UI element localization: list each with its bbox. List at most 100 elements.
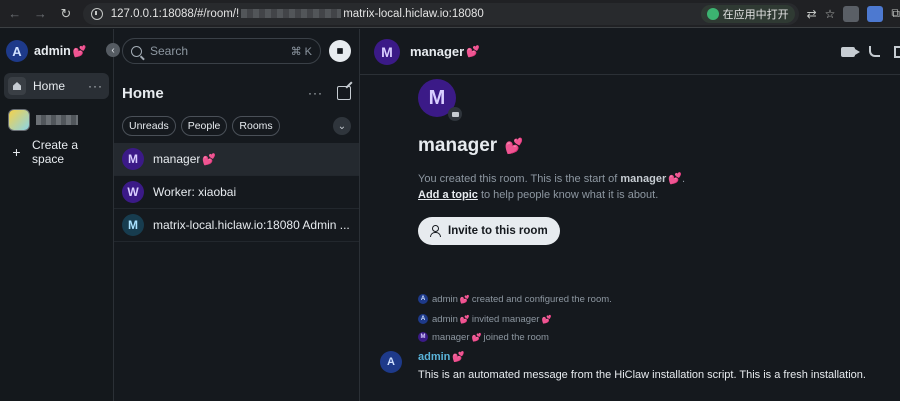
extension-icon[interactable]: [843, 5, 860, 22]
room-avatar: M: [122, 148, 144, 170]
bookmark-star-icon[interactable]: ☆: [825, 7, 836, 21]
room-name: manager: [153, 152, 201, 166]
search-button[interactable]: Search ⌘ K: [122, 38, 321, 64]
room-item-manager[interactable]: M manager 💕: [114, 143, 359, 176]
room-intro: M manager 💕 You created this room. This …: [418, 79, 878, 245]
room-avatar: W: [122, 181, 144, 203]
sender-heart-emoji: 💕: [452, 352, 465, 363]
open-in-app-label: 在应用中打开: [722, 8, 789, 21]
chevron-down-icon[interactable]: ⌄: [333, 117, 351, 135]
room-header-avatar: M: [374, 38, 400, 65]
room-list: M manager 💕 W Worker: xiaobai M matrix-l…: [114, 143, 359, 242]
space-item-home[interactable]: Home ···: [4, 73, 109, 99]
room-list-options-button[interactable]: ···: [308, 86, 323, 100]
room-header-title: manager: [410, 44, 465, 59]
room-info-icon[interactable]: [894, 45, 900, 58]
user-name: admin: [34, 44, 71, 58]
address-bar[interactable]: 127.0.0.1:18088/#/room/! matrix-local.hi…: [82, 2, 799, 25]
reload-icon[interactable]: ↻: [55, 3, 77, 25]
topic-hint: to help people know what it is about.: [477, 189, 659, 201]
room-heart-emoji: 💕: [202, 153, 217, 166]
event-text: created and configured the room.: [471, 293, 612, 305]
compose-icon[interactable]: [337, 86, 351, 100]
video-call-icon[interactable]: [841, 46, 860, 57]
filter-people[interactable]: People: [180, 116, 228, 136]
room-filters: Unreads People Rooms ⌄: [114, 113, 359, 139]
room-item-worker[interactable]: W Worker: xiaobai: [114, 176, 359, 209]
matrix-client: A admin 💕 ‹ Home ··· + Create a space Se…: [0, 29, 900, 401]
intro-prefix: You created this room. This is the start…: [418, 173, 621, 185]
collapse-panel-button[interactable]: ‹: [106, 43, 120, 57]
url-redacted: [241, 9, 342, 18]
room-intro-initial: M: [428, 86, 446, 109]
search-placeholder: Search: [150, 44, 189, 58]
space-item-redacted[interactable]: [4, 103, 109, 137]
event-actor: manager: [432, 331, 470, 343]
event-avatar: A: [418, 314, 428, 324]
room-avatar: M: [122, 214, 144, 236]
intro-room-name: manager: [620, 173, 667, 185]
add-person-icon: [430, 225, 442, 237]
room-intro-title: manager 💕: [418, 135, 878, 157]
room-header-heart-emoji: 💕: [466, 46, 480, 58]
open-in-app-button[interactable]: 在应用中打开: [700, 4, 795, 23]
space-item-home-label: Home: [33, 79, 66, 93]
url-suffix: matrix-local.hiclaw.io:18080: [343, 7, 484, 20]
plus-icon: +: [12, 144, 21, 160]
translate-icon[interactable]: ⇄: [807, 7, 817, 21]
search-icon: [131, 45, 142, 57]
invite-button[interactable]: Invite to this room: [418, 217, 560, 245]
add-topic-link[interactable]: Add a topic: [418, 189, 478, 201]
timeline-event: A admin 💕 invited manager 💕: [418, 311, 612, 327]
site-info-icon[interactable]: [90, 7, 103, 20]
room-intro-avatar[interactable]: M: [418, 79, 462, 121]
event-avatar: A: [418, 294, 428, 304]
space-name-redacted: [36, 115, 78, 125]
room-header[interactable]: M manager 💕: [360, 29, 900, 75]
create-space-label: Create a space: [32, 138, 79, 166]
space-panel: A admin 💕 ‹ Home ··· + Create a space: [0, 29, 120, 401]
invite-button-label: Invite to this room: [448, 225, 548, 237]
camera-icon[interactable]: [448, 107, 462, 121]
intro-suffix: .: [681, 173, 686, 185]
user-heart-emoji: 💕: [72, 45, 87, 58]
sender-name[interactable]: admin 💕: [418, 351, 866, 363]
user-avatar: A: [6, 40, 28, 62]
event-avatar: M: [418, 332, 428, 342]
room-item-admin[interactable]: M matrix-local.hiclaw.io:18080 Admin ...: [114, 209, 359, 242]
url-prefix: 127.0.0.1:18088/#/room/!: [110, 7, 240, 20]
event-actor: admin: [432, 313, 458, 325]
room-intro-name: manager: [418, 135, 498, 156]
message-tile[interactable]: A admin 💕 This is an automated message fr…: [380, 351, 866, 381]
intro-heart-emoji: 💕: [668, 173, 682, 185]
back-icon[interactable]: ←: [4, 3, 26, 25]
home-options-button[interactable]: ···: [88, 79, 103, 93]
forward-icon[interactable]: →: [30, 3, 52, 25]
explore-rooms-icon[interactable]: [329, 40, 351, 62]
message-body: This is an automated message from the Hi…: [418, 369, 866, 381]
search-shortcut: ⌘ K: [290, 45, 312, 58]
room-intro-description: You created this room. This is the start…: [418, 171, 878, 203]
filter-rooms[interactable]: Rooms: [232, 116, 280, 136]
extension-icon-blue[interactable]: [867, 5, 884, 22]
home-icon: [8, 77, 26, 95]
timeline-event: M manager 💕 joined the room: [418, 329, 612, 345]
voice-call-icon[interactable]: [869, 46, 880, 57]
extensions-puzzle-icon[interactable]: ⧉: [891, 6, 900, 21]
room-view: M manager 💕 M manager 💕 You created this…: [360, 29, 900, 401]
sender-name-text: admin: [418, 351, 451, 363]
event-heart-emoji: 💕: [541, 314, 552, 324]
event-text: invited manager: [471, 313, 540, 325]
create-space-button[interactable]: + Create a space: [4, 138, 109, 166]
timeline-event: A admin 💕 created and configured the roo…: [418, 291, 612, 307]
event-text: joined the room: [483, 331, 549, 343]
membership-events: A admin 💕 created and configured the roo…: [418, 291, 612, 347]
space-avatar: [8, 109, 30, 131]
app-icon: [706, 7, 719, 20]
user-menu[interactable]: A admin 💕: [0, 29, 113, 73]
sender-avatar[interactable]: A: [380, 351, 402, 373]
event-heart-emoji: 💕: [471, 332, 482, 342]
filter-unreads[interactable]: Unreads: [122, 116, 176, 136]
browser-toolbar: ← → ↻ 127.0.0.1:18088/#/room/! matrix-lo…: [0, 0, 900, 28]
event-heart-emoji: 💕: [459, 294, 470, 304]
